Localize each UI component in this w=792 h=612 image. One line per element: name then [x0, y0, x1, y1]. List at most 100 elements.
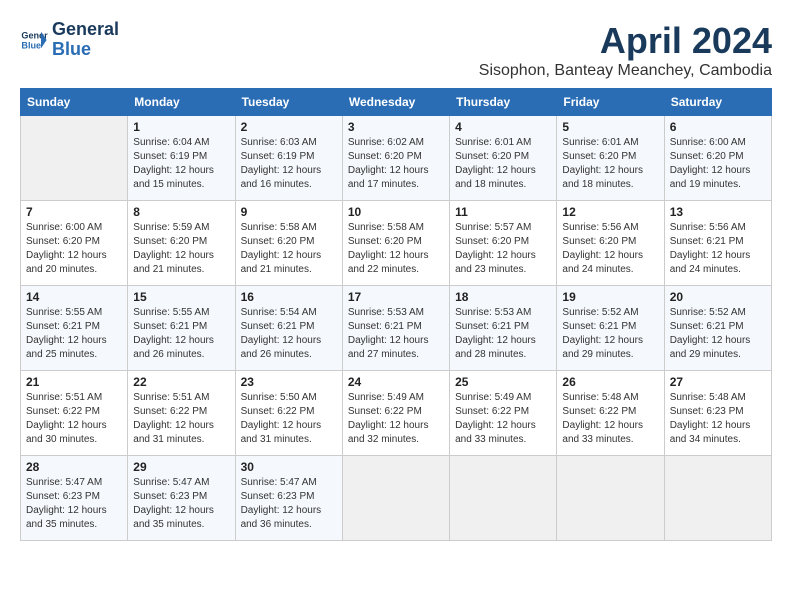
day-cell-11: 11Sunrise: 5:57 AMSunset: 6:20 PMDayligh…	[450, 201, 557, 286]
subtitle: Sisophon, Banteay Meanchey, Cambodia	[479, 62, 772, 80]
day-info: Sunrise: 6:03 AMSunset: 6:19 PMDaylight:…	[241, 136, 337, 192]
week-row-4: 28 Sunrise: 5:47 AMSunset: 6:23 PMDayligh…	[21, 456, 772, 541]
day-cell-19: 19 Sunrise: 5:52 AMSunset: 6:21 PMDayligh…	[557, 286, 664, 371]
week-row-1: 7 Sunrise: 6:00 AMSunset: 6:20 PMDaylight…	[21, 201, 772, 286]
day-number: 19	[562, 290, 658, 304]
day-info: Sunrise: 5:47 AMSunset: 6:23 PMDaylight:…	[133, 476, 229, 532]
day-info: Sunrise: 5:52 AMSunset: 6:21 PMDaylight:…	[670, 306, 766, 362]
day-number: 20	[670, 290, 766, 304]
day-info: Sunrise: 5:50 AMSunset: 6:22 PMDaylight:…	[241, 391, 337, 447]
day-cell-25: 25 Sunrise: 5:49 AMSunset: 6:22 PMDayligh…	[450, 371, 557, 456]
day-cell-empty	[342, 456, 449, 541]
calendar: SundayMondayTuesdayWednesdayThursdayFrid…	[20, 88, 772, 541]
day-number: 25	[455, 375, 551, 389]
day-cell-10: 10Sunrise: 5:58 AMSunset: 6:20 PMDayligh…	[342, 201, 449, 286]
day-cell-2: 2 Sunrise: 6:03 AMSunset: 6:19 PMDaylight…	[235, 116, 342, 201]
day-cell-16: 16 Sunrise: 5:54 AMSunset: 6:21 PMDayligh…	[235, 286, 342, 371]
day-number: 11	[455, 205, 551, 219]
day-number: 15	[133, 290, 229, 304]
day-number: 7	[26, 205, 122, 219]
day-info: Sunrise: 5:49 AMSunset: 6:22 PMDaylight:…	[348, 391, 444, 447]
day-cell-4: 4 Sunrise: 6:01 AMSunset: 6:20 PMDaylight…	[450, 116, 557, 201]
day-info: Sunrise: 5:53 AMSunset: 6:21 PMDaylight:…	[348, 306, 444, 362]
week-row-3: 21 Sunrise: 5:51 AMSunset: 6:22 PMDayligh…	[21, 371, 772, 456]
day-info: Sunrise: 5:54 AMSunset: 6:21 PMDaylight:…	[241, 306, 337, 362]
day-cell-12: 12 Sunrise: 5:56 AMSunset: 6:20 PMDayligh…	[557, 201, 664, 286]
day-number: 23	[241, 375, 337, 389]
day-number: 13	[670, 205, 766, 219]
day-cell-21: 21 Sunrise: 5:51 AMSunset: 6:22 PMDayligh…	[21, 371, 128, 456]
day-cell-1: 1Sunrise: 6:04 AMSunset: 6:19 PMDaylight…	[128, 116, 235, 201]
title-area: April 2024 Sisophon, Banteay Meanchey, C…	[479, 20, 772, 80]
weekday-header-saturday: Saturday	[664, 89, 771, 116]
day-cell-24: 24 Sunrise: 5:49 AMSunset: 6:22 PMDayligh…	[342, 371, 449, 456]
day-info: Sunrise: 6:01 AMSunset: 6:20 PMDaylight:…	[562, 136, 658, 192]
day-number: 12	[562, 205, 658, 219]
day-number: 24	[348, 375, 444, 389]
day-info: Sunrise: 5:51 AMSunset: 6:22 PMDaylight:…	[133, 391, 229, 447]
day-number: 14	[26, 290, 122, 304]
day-info: Sunrise: 5:49 AMSunset: 6:22 PMDaylight:…	[455, 391, 551, 447]
day-number: 16	[241, 290, 337, 304]
weekday-header-tuesday: Tuesday	[235, 89, 342, 116]
day-info: Sunrise: 5:48 AMSunset: 6:22 PMDaylight:…	[562, 391, 658, 447]
day-number: 1	[133, 120, 229, 134]
weekday-header-thursday: Thursday	[450, 89, 557, 116]
day-number: 18	[455, 290, 551, 304]
day-cell-empty	[21, 116, 128, 201]
day-info: Sunrise: 5:52 AMSunset: 6:21 PMDaylight:…	[562, 306, 658, 362]
logo-text-blue: Blue	[52, 40, 119, 60]
day-number: 8	[133, 205, 229, 219]
weekday-header-sunday: Sunday	[21, 89, 128, 116]
day-number: 27	[670, 375, 766, 389]
day-cell-6: 6 Sunrise: 6:00 AMSunset: 6:20 PMDaylight…	[664, 116, 771, 201]
day-number: 21	[26, 375, 122, 389]
day-cell-9: 9 Sunrise: 5:58 AMSunset: 6:20 PMDaylight…	[235, 201, 342, 286]
day-cell-7: 7 Sunrise: 6:00 AMSunset: 6:20 PMDaylight…	[21, 201, 128, 286]
day-cell-5: 5 Sunrise: 6:01 AMSunset: 6:20 PMDaylight…	[557, 116, 664, 201]
day-number: 26	[562, 375, 658, 389]
day-info: Sunrise: 5:48 AMSunset: 6:23 PMDaylight:…	[670, 391, 766, 447]
day-info: Sunrise: 5:58 AMSunset: 6:20 PMDaylight:…	[348, 221, 444, 277]
day-info: Sunrise: 5:58 AMSunset: 6:20 PMDaylight:…	[241, 221, 337, 277]
day-number: 2	[241, 120, 337, 134]
day-cell-empty	[557, 456, 664, 541]
day-info: Sunrise: 6:00 AMSunset: 6:20 PMDaylight:…	[670, 136, 766, 192]
month-title: April 2024	[479, 20, 772, 62]
day-cell-28: 28 Sunrise: 5:47 AMSunset: 6:23 PMDayligh…	[21, 456, 128, 541]
logo-text-general: General	[52, 20, 119, 40]
day-number: 29	[133, 460, 229, 474]
day-cell-22: 22Sunrise: 5:51 AMSunset: 6:22 PMDayligh…	[128, 371, 235, 456]
day-cell-empty	[450, 456, 557, 541]
weekday-header-wednesday: Wednesday	[342, 89, 449, 116]
day-info: Sunrise: 5:56 AMSunset: 6:20 PMDaylight:…	[562, 221, 658, 277]
day-info: Sunrise: 6:02 AMSunset: 6:20 PMDaylight:…	[348, 136, 444, 192]
day-number: 9	[241, 205, 337, 219]
day-number: 3	[348, 120, 444, 134]
day-cell-empty	[664, 456, 771, 541]
day-number: 6	[670, 120, 766, 134]
day-number: 28	[26, 460, 122, 474]
week-row-0: 1Sunrise: 6:04 AMSunset: 6:19 PMDaylight…	[21, 116, 772, 201]
logo-icon: General Blue	[20, 26, 48, 54]
day-info: Sunrise: 5:53 AMSunset: 6:21 PMDaylight:…	[455, 306, 551, 362]
day-info: Sunrise: 5:47 AMSunset: 6:23 PMDaylight:…	[26, 476, 122, 532]
day-cell-13: 13Sunrise: 5:56 AMSunset: 6:21 PMDayligh…	[664, 201, 771, 286]
week-row-2: 14 Sunrise: 5:55 AMSunset: 6:21 PMDayligh…	[21, 286, 772, 371]
day-info: Sunrise: 6:00 AMSunset: 6:20 PMDaylight:…	[26, 221, 122, 277]
day-number: 17	[348, 290, 444, 304]
day-cell-18: 18 Sunrise: 5:53 AMSunset: 6:21 PMDayligh…	[450, 286, 557, 371]
day-cell-8: 8 Sunrise: 5:59 AMSunset: 6:20 PMDaylight…	[128, 201, 235, 286]
day-cell-29: 29 Sunrise: 5:47 AMSunset: 6:23 PMDayligh…	[128, 456, 235, 541]
day-info: Sunrise: 5:55 AMSunset: 6:21 PMDaylight:…	[133, 306, 229, 362]
day-info: Sunrise: 6:01 AMSunset: 6:20 PMDaylight:…	[455, 136, 551, 192]
day-info: Sunrise: 5:59 AMSunset: 6:20 PMDaylight:…	[133, 221, 229, 277]
day-cell-15: 15 Sunrise: 5:55 AMSunset: 6:21 PMDayligh…	[128, 286, 235, 371]
day-cell-14: 14Sunrise: 5:55 AMSunset: 6:21 PMDayligh…	[21, 286, 128, 371]
day-info: Sunrise: 5:47 AMSunset: 6:23 PMDaylight:…	[241, 476, 337, 532]
weekday-header-friday: Friday	[557, 89, 664, 116]
day-number: 4	[455, 120, 551, 134]
day-number: 5	[562, 120, 658, 134]
day-cell-17: 17 Sunrise: 5:53 AMSunset: 6:21 PMDayligh…	[342, 286, 449, 371]
day-info: Sunrise: 5:51 AMSunset: 6:22 PMDaylight:…	[26, 391, 122, 447]
